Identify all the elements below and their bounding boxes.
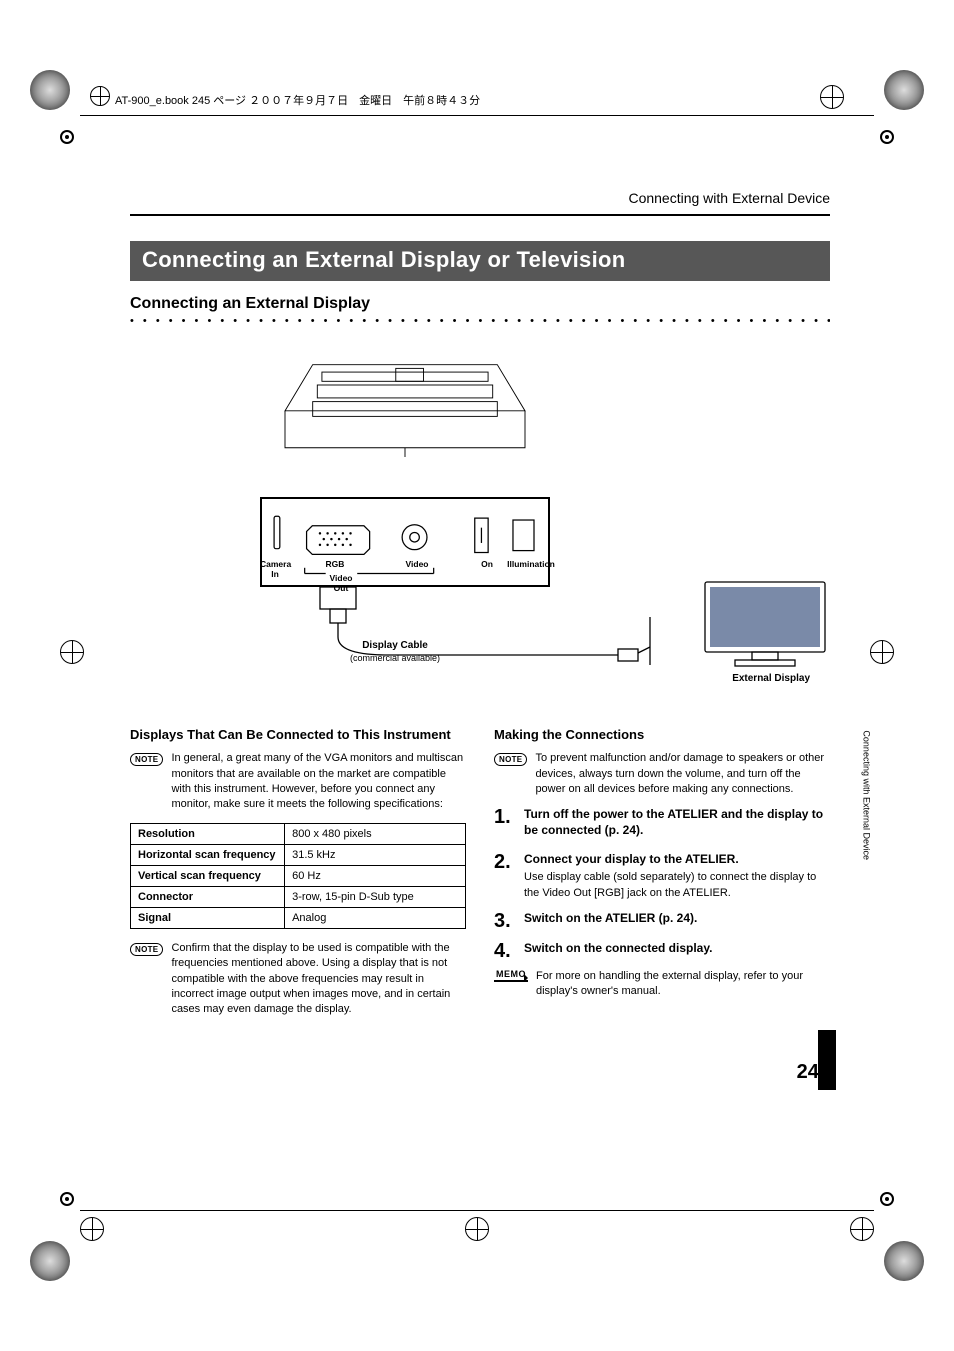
step-head: Connect your display to the ATELIER. (524, 852, 830, 868)
memo-text: For more on handling the external displa… (536, 969, 830, 1000)
crop-mark (884, 70, 924, 110)
crop-mark (884, 1241, 924, 1281)
spec-key: Vertical scan frequency (131, 865, 285, 886)
two-column-area: Displays That Can Be Connected to This I… (130, 727, 830, 1028)
registration-dot (60, 130, 74, 144)
registration-dot (60, 1192, 74, 1206)
note-block: NOTE To prevent malfunction and/or damag… (494, 751, 830, 797)
note-text: In general, a great many of the VGA moni… (171, 751, 466, 813)
spec-val: 3-row, 15-pin D-Sub type (285, 886, 466, 907)
spec-val: 60 Hz (285, 865, 466, 886)
external-display-drawing (700, 577, 830, 680)
crop-mark (30, 70, 70, 110)
right-column: Making the Connections NOTE To prevent m… (494, 727, 830, 1028)
right-heading: Making the Connections (494, 727, 830, 743)
spec-key: Connector (131, 886, 285, 907)
external-display-label: External Display (732, 673, 810, 684)
registration-dot (880, 1192, 894, 1206)
note-badge: NOTE (130, 753, 163, 766)
registration-dot (880, 130, 894, 144)
running-head: Connecting with External Device (130, 190, 830, 206)
connector-panel: Camera In RGB Video On Illumination Vide… (260, 497, 550, 587)
panel-label-on: On (476, 559, 498, 569)
book-header-text: AT-900_e.book 245 ページ ２００７年９月７日 金曜日 午前８時… (115, 92, 480, 108)
spec-table: Resolution800 x 480 pixels Horizontal sc… (130, 823, 466, 929)
section-title: Connecting an External Display or Televi… (130, 241, 830, 281)
side-running-text: Connecting with External Device (862, 730, 872, 860)
connection-illustration: Camera In RGB Video On Illumination Vide… (130, 337, 830, 697)
step-number: 4. (494, 941, 516, 961)
left-heading: Displays That Can Be Connected to This I… (130, 727, 466, 743)
table-row: Vertical scan frequency60 Hz (131, 865, 466, 886)
step-number: 1. (494, 807, 516, 841)
registration-mark (60, 640, 84, 664)
step-3: 3. Switch on the ATELIER (p. 24). (494, 911, 830, 931)
step-number: 2. (494, 852, 516, 901)
table-row: Resolution800 x 480 pixels (131, 823, 466, 844)
step-head: Switch on the ATELIER (p. 24). (524, 911, 830, 927)
panel-label-rgb: RGB (320, 559, 350, 569)
registration-mark (850, 1217, 874, 1241)
step-head: Switch on the connected display. (524, 941, 830, 957)
cable-label: Display Cable (330, 640, 460, 651)
spec-val: 31.5 kHz (285, 844, 466, 865)
step-4: 4. Switch on the connected display. (494, 941, 830, 961)
step-2: 2. Connect your display to the ATELIER. … (494, 852, 830, 901)
registration-mark (870, 640, 894, 664)
memo-block: MEMO For more on handling the external d… (494, 969, 830, 1000)
page-content: Connecting with External Device Connecti… (130, 190, 830, 1028)
header-reg-icon (90, 86, 110, 106)
cable-sublabel: (commercial available) (320, 653, 470, 663)
note-block: NOTE In general, a great many of the VGA… (130, 751, 466, 813)
rule (130, 214, 830, 216)
spec-key: Resolution (131, 823, 285, 844)
step-body-text: Use display cable (sold separately) to c… (524, 870, 830, 901)
registration-mark (80, 1217, 104, 1241)
dotted-rule: • • • • • • • • • • • • • • • • • • • • … (130, 315, 830, 327)
panel-label-illumination: Illumination (506, 559, 556, 569)
spec-key: Signal (131, 907, 285, 928)
table-row: SignalAnalog (131, 907, 466, 928)
page-number: 245 (797, 1061, 830, 1084)
note-badge: NOTE (130, 943, 163, 956)
spec-val: Analog (285, 907, 466, 928)
header-rule (80, 115, 874, 116)
note-badge: NOTE (494, 753, 527, 766)
left-column: Displays That Can Be Connected to This I… (130, 727, 466, 1028)
spec-key: Horizontal scan frequency (131, 844, 285, 865)
organ-drawing (260, 337, 550, 460)
note-text: To prevent malfunction and/or damage to … (535, 751, 830, 797)
spec-val: 800 x 480 pixels (285, 823, 466, 844)
table-row: Connector3-row, 15-pin D-Sub type (131, 886, 466, 907)
panel-label-camera-in: Camera In (260, 559, 290, 579)
subheading: Connecting an External Display (130, 295, 830, 313)
panel-label-video: Video (402, 559, 432, 569)
note-text: Confirm that the display to be used is c… (171, 941, 466, 1018)
crop-mark (30, 1241, 70, 1281)
step-head: Turn off the power to the ATELIER and th… (524, 807, 830, 838)
footer-rule (80, 1210, 874, 1211)
registration-mark (465, 1217, 489, 1241)
note-block: NOTE Confirm that the display to be used… (130, 941, 466, 1018)
registration-mark (820, 85, 844, 109)
step-1: 1. Turn off the power to the ATELIER and… (494, 807, 830, 841)
memo-badge: MEMO (494, 969, 528, 982)
table-row: Horizontal scan frequency31.5 kHz (131, 844, 466, 865)
step-number: 3. (494, 911, 516, 931)
